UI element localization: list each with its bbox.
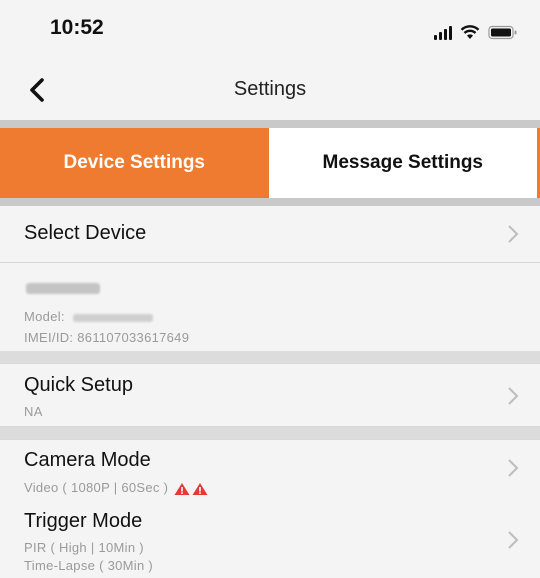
camera-mode-row[interactable]: Camera Mode Video ( 1080P | 60Sec ) (0, 440, 540, 502)
device-info: Model: IMEI/ID: 861107033617649 (0, 263, 540, 351)
section-gap (0, 427, 540, 439)
status-bar: 10:52 (0, 0, 540, 58)
tab-device-settings[interactable]: Device Settings (0, 128, 269, 198)
chevron-right-icon (508, 387, 519, 405)
quick-setup-row[interactable]: Quick Setup NA (0, 364, 540, 426)
quick-setup-value: NA (24, 404, 43, 419)
device-imei: IMEI/ID: 861107033617649 (24, 330, 190, 345)
chevron-right-icon (508, 225, 519, 243)
camera-mode-value: Video ( 1080P | 60Sec ) (24, 480, 210, 496)
nav-bar: Settings (0, 58, 540, 120)
battery-icon (488, 25, 518, 40)
trigger-mode-label: Trigger Mode (24, 510, 143, 532)
quick-setup-label: Quick Setup (24, 374, 133, 396)
tab-strip: Device Settings Message Settings (0, 120, 540, 206)
select-device-label: Select Device (24, 222, 147, 244)
chevron-right-icon (508, 459, 519, 477)
trigger-mode-pir: PIR ( High | 10Min ) (24, 540, 144, 555)
section-gap (0, 351, 540, 363)
camera-mode-label: Camera Mode (24, 449, 151, 471)
wifi-icon (460, 25, 480, 40)
status-time: 10:52 (50, 16, 104, 39)
select-device-row[interactable]: Select Device (0, 206, 540, 262)
status-icons (434, 22, 518, 40)
tab-message-settings[interactable]: Message Settings (268, 128, 540, 198)
device-model: Model: (24, 309, 153, 324)
chevron-right-icon (508, 531, 519, 549)
trigger-mode-row[interactable]: Trigger Mode PIR ( High | 10Min ) Time-L… (0, 502, 540, 578)
signal-icon (434, 26, 452, 40)
trigger-mode-timelapse: Time-Lapse ( 30Min ) (24, 558, 154, 573)
tab-bar: Device Settings Message Settings (0, 128, 540, 198)
warning-icon (174, 482, 208, 495)
device-name-redacted (26, 280, 100, 298)
page-title: Settings (233, 78, 307, 100)
